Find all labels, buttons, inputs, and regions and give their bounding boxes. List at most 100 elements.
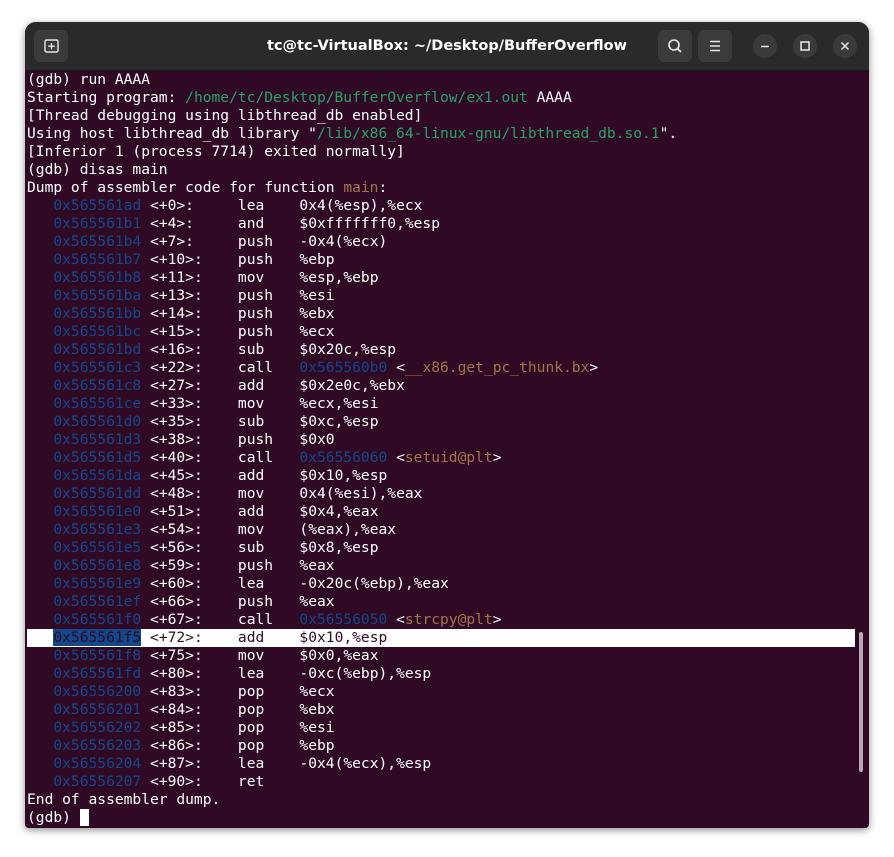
instruction-offset: <+27>: xyxy=(150,377,238,394)
instruction-offset: <+86>: xyxy=(150,737,238,754)
instruction-offset: <+59>: xyxy=(150,557,238,574)
instruction-line: 0x565561d5 <+40>: call 0x56556060 <setui… xyxy=(27,449,501,467)
output-line: Using host libthread_db library "/lib/x8… xyxy=(27,125,677,143)
instruction-address: 0x56556200 xyxy=(53,683,142,700)
menu-button[interactable] xyxy=(698,30,732,62)
output-text: AAAA xyxy=(527,89,572,106)
instruction-opcode: push xyxy=(237,323,300,340)
output-text: /home/tc/Desktop/BufferOverflow/ex1.out xyxy=(185,89,528,106)
instruction-operand: $0x4,%eax xyxy=(299,503,379,520)
instruction-address: 0x565561dd xyxy=(53,485,142,502)
close-button[interactable] xyxy=(833,34,857,58)
output-line: Dump of assembler code for function main… xyxy=(27,179,387,197)
instruction-opcode: push xyxy=(237,287,300,304)
instruction-opcode: lea xyxy=(237,197,300,214)
instruction-line: 0x565561e5 <+56>: sub $0x8,%esp xyxy=(27,539,379,557)
instruction-line: 0x56556202 <+85>: pop %esi xyxy=(27,719,334,737)
instruction-opcode: mov xyxy=(237,395,300,412)
instruction-opcode: lea xyxy=(237,665,300,682)
output-line: [Inferior 1 (process 7714) exited normal… xyxy=(27,143,405,161)
instruction-line: 0x565561b1 <+4>: and $0xfffffff0,%esp xyxy=(27,215,440,233)
instruction-address: 0x565561b7 xyxy=(53,251,142,268)
instruction-offset: <+22>: xyxy=(150,359,238,376)
instruction-operand: strcpy@plt xyxy=(404,611,493,628)
instruction-address: 0x565561bc xyxy=(53,323,142,340)
instruction-line-selected: 0x565561f5 <+72>: add $0x10,%esp xyxy=(27,629,387,647)
gdb-prompt: (gdb) xyxy=(27,809,80,826)
instruction-address: 0x56556204 xyxy=(53,755,142,772)
instruction-line: 0x565561d0 <+35>: sub $0xc,%esp xyxy=(27,413,378,431)
instruction-operand: $0x8,%esp xyxy=(299,539,379,556)
maximize-button[interactable] xyxy=(793,34,817,58)
instruction-operand: %ebp xyxy=(299,251,335,268)
instruction-address: 0x565561e9 xyxy=(53,575,142,592)
instruction-operand: %esp,%ebp xyxy=(299,269,379,286)
instruction-opcode: lea xyxy=(237,575,300,592)
instruction-address: 0x565561bd xyxy=(53,341,142,358)
instruction-offset: <+87>: xyxy=(150,755,238,772)
instruction-operand: $0x20c,%esp xyxy=(299,341,397,358)
instruction-line: 0x565561b4 <+7>: push -0x4(%ecx) xyxy=(27,233,387,251)
instruction-line: 0x565561f0 <+67>: call 0x56556050 <strcp… xyxy=(27,611,501,629)
instruction-address: 0x565561bb xyxy=(53,305,142,322)
text-cursor xyxy=(79,809,89,826)
instruction-address: 0x565561ba xyxy=(53,287,142,304)
instruction-line: 0x56556201 <+84>: pop %ebx xyxy=(27,701,335,719)
instruction-opcode: push xyxy=(237,593,300,610)
minimize-button[interactable] xyxy=(753,34,777,58)
instruction-address: 0x565561e3 xyxy=(53,521,142,538)
instruction-opcode: pop xyxy=(237,701,300,718)
instruction-line: 0x565561f8 <+75>: mov $0x0,%eax xyxy=(27,647,378,665)
instruction-operand: %ebx xyxy=(299,701,335,718)
instruction-operand: < xyxy=(387,359,405,376)
instruction-address: 0x565561f5 xyxy=(53,629,142,646)
instruction-operand: -0xc(%ebp),%esp xyxy=(299,665,432,682)
terminal-scrollbar[interactable] xyxy=(859,632,863,772)
terminal-output[interactable]: (gdb) run AAAA Starting program: /home/tc… xyxy=(25,71,869,828)
search-icon xyxy=(668,39,682,53)
instruction-offset: <+33>: xyxy=(150,395,238,412)
instruction-operand: $0x2e0c,%ebx xyxy=(299,377,405,394)
instruction-offset: <+54>: xyxy=(150,521,238,538)
search-button[interactable] xyxy=(658,30,692,62)
instruction-address: 0x565561ce xyxy=(53,395,142,412)
instruction-offset: <+83>: xyxy=(150,683,238,700)
hamburger-menu-icon xyxy=(710,40,720,52)
instruction-opcode: sub xyxy=(237,341,300,358)
instruction-operand: > xyxy=(589,359,599,376)
output-text: (gdb) run AAAA xyxy=(27,71,151,88)
instruction-operand: < xyxy=(387,611,405,628)
output-text: [Thread debugging using libthread_db ena… xyxy=(27,107,423,124)
instruction-line: 0x56556204 <+87>: lea -0x4(%ecx),%esp xyxy=(27,755,431,773)
instruction-offset: <+56>: xyxy=(150,539,238,556)
instruction-operand: -0x4(%ecx) xyxy=(299,233,388,250)
output-line: (gdb) run AAAA xyxy=(27,71,150,89)
instruction-address: 0x565561da xyxy=(53,467,142,484)
instruction-offset: <+60>: xyxy=(150,575,238,592)
instruction-line: 0x565561d3 <+38>: push $0x0 xyxy=(27,431,334,449)
instruction-operand: < xyxy=(387,449,405,466)
instruction-offset: <+7>: xyxy=(150,233,238,250)
instruction-opcode: mov xyxy=(237,485,300,502)
instruction-line: 0x56556200 <+83>: pop %ecx xyxy=(27,683,334,701)
output-text: : xyxy=(378,179,388,196)
instruction-line: 0x565561dd <+48>: mov 0x4(%esi),%eax xyxy=(27,485,422,503)
output-text: /lib/x86_64-linux-gnu/libthread_db.so.1 xyxy=(316,125,660,142)
instruction-offset: <+67>: xyxy=(150,611,238,628)
instruction-address: 0x565561c3 xyxy=(53,359,142,376)
instruction-offset: <+10>: xyxy=(150,251,238,268)
output-line: Starting program: /home/tc/Desktop/Buffe… xyxy=(27,89,572,107)
instruction-address: 0x565561ad xyxy=(53,197,142,214)
instruction-operand: 0x4(%esp),%ecx xyxy=(299,197,423,214)
instruction-line: 0x565561bc <+15>: push %ecx xyxy=(27,323,334,341)
output-text: Using host libthread_db library " xyxy=(27,125,317,142)
instruction-line: 0x565561b7 <+10>: push %ebp xyxy=(27,251,335,269)
instruction-opcode: push xyxy=(237,305,300,322)
instruction-opcode: push xyxy=(237,431,300,448)
instruction-line: 0x565561e8 <+59>: push %eax xyxy=(27,557,334,575)
instruction-offset: <+45>: xyxy=(150,467,238,484)
prompt-line: (gdb) xyxy=(27,809,89,827)
instruction-opcode: pop xyxy=(237,719,300,736)
output-text: Dump of assembler code for function xyxy=(27,179,344,196)
instruction-offset: <+14>: xyxy=(150,305,238,322)
